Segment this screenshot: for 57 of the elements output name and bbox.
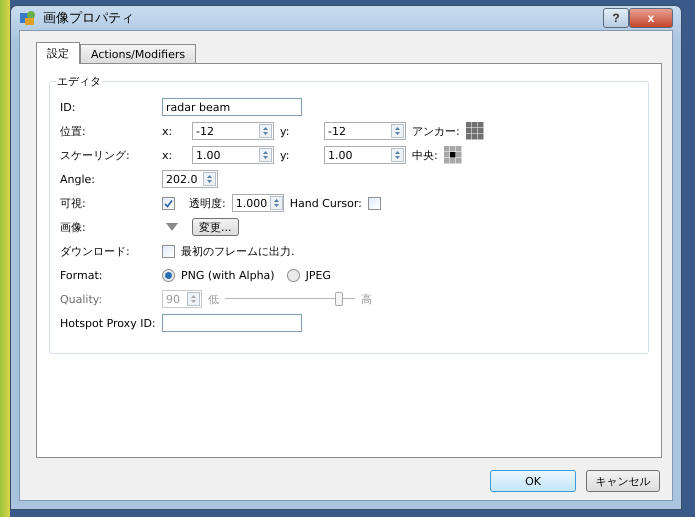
y-spinner[interactable]: 1.00: [324, 146, 406, 164]
image-app-icon: [19, 10, 37, 26]
spin-arrows-icon[interactable]: [259, 148, 272, 162]
axis-label: y:: [280, 124, 290, 138]
spin-arrows-icon[interactable]: [391, 148, 404, 162]
id-field[interactable]: radar beam: [162, 98, 302, 116]
field-label: Quality:: [60, 292, 104, 306]
tab[interactable]: 設定: [36, 42, 80, 64]
window-title: 画像プロパティ: [43, 10, 135, 27]
format-radio[interactable]: [286, 268, 300, 282]
field-label: ID:: [60, 100, 76, 114]
axis-label: x:: [162, 148, 174, 162]
format-radio[interactable]: [162, 268, 175, 282]
angle-spinner[interactable]: 202.0: [162, 170, 218, 188]
spin-arrows-icon[interactable]: [391, 124, 404, 138]
low-label: 低: [208, 292, 219, 306]
change-button[interactable]: 変更...: [192, 218, 238, 236]
spin-arrows-icon[interactable]: [259, 124, 272, 138]
y-spinner[interactable]: -12: [324, 122, 406, 140]
spin-arrows-icon[interactable]: [187, 292, 200, 306]
center-label: 中央:: [412, 148, 438, 162]
radio-label: PNG (with Alpha): [181, 268, 275, 282]
check-mark-icon: [164, 198, 173, 208]
hand-cursor-checkbox[interactable]: [368, 196, 381, 210]
download-checkbox[interactable]: [162, 244, 175, 258]
high-label: 高: [361, 292, 372, 306]
field-label: 画像:: [60, 220, 87, 234]
spin-arrows-icon[interactable]: [203, 172, 216, 186]
opacity-label: 透明度:: [189, 196, 226, 210]
tab[interactable]: Actions/Modifiers: [80, 44, 196, 63]
quality-slider[interactable]: [225, 290, 355, 308]
field-label: 位置:: [60, 124, 87, 138]
group-title: エディタ: [56, 74, 102, 89]
checkbox-label: 最初のフレームに出力.: [181, 244, 294, 258]
visible-checkbox[interactable]: [162, 196, 175, 210]
opacity-spinner[interactable]: 1.000: [232, 194, 284, 212]
field-label: ダウンロード:: [60, 244, 131, 258]
field-label: Format:: [60, 268, 104, 282]
field-label: Angle:: [60, 172, 96, 186]
dialog-button[interactable]: OK: [490, 470, 576, 492]
dialog-button[interactable]: キャンセル: [586, 470, 660, 492]
x-spinner[interactable]: 1.00: [192, 146, 274, 164]
radio-label: JPEG: [306, 268, 331, 282]
help-button[interactable]: ?: [603, 8, 629, 28]
axis-label: y:: [280, 148, 290, 162]
x-spinner[interactable]: -12: [192, 122, 274, 140]
dropdown-triangle-icon[interactable]: [166, 223, 178, 231]
anchor-label: アンカー:: [412, 124, 460, 138]
field-label: Hotspot Proxy ID:: [60, 316, 156, 330]
spin-arrows-icon[interactable]: [270, 196, 284, 210]
field-label: スケーリング:: [60, 148, 131, 162]
hand-cursor-label: Hand Cursor:: [290, 196, 362, 210]
anchor-grid-icon[interactable]: [466, 122, 484, 140]
field-label: 可視:: [60, 196, 87, 210]
axis-label: x:: [162, 124, 174, 138]
hotspot-field[interactable]: [162, 314, 302, 332]
center-grid-icon[interactable]: [444, 146, 462, 164]
